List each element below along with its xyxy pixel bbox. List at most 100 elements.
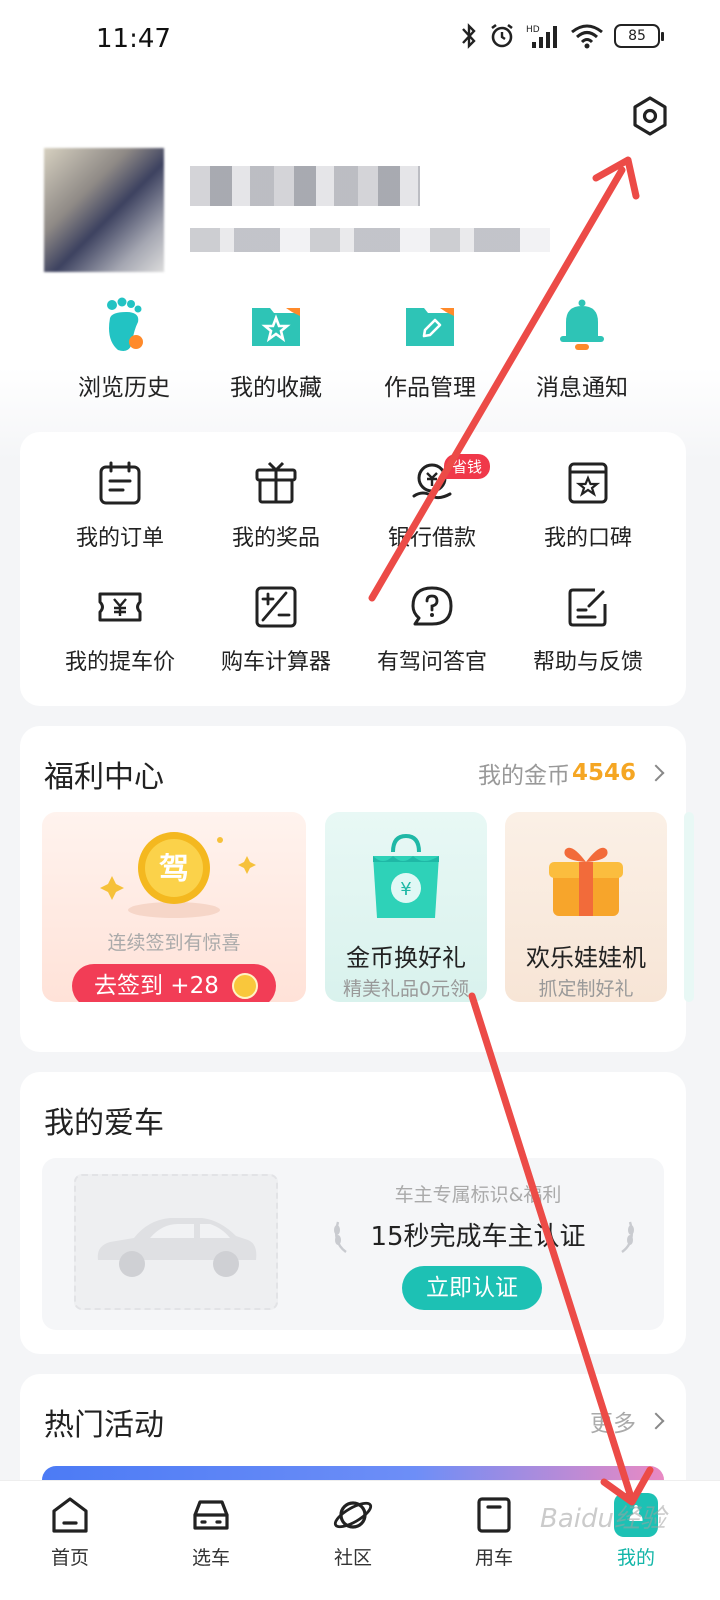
star-bookmark-icon — [568, 462, 608, 504]
gift-title: 金币换好礼 — [346, 944, 466, 972]
claw-machine-tile[interactable]: 欢乐娃娃机 抓定制好礼 — [505, 812, 667, 1002]
service-my-delivery-price[interactable]: 我的提车价 — [40, 584, 200, 676]
status-bar: 11:47 HD 85 — [0, 0, 720, 80]
coins-label: 我的金币 — [477, 763, 570, 789]
question-bubble-icon — [411, 586, 453, 626]
pen-folder-icon — [406, 308, 454, 346]
gold-coin-icon: 驾 — [100, 832, 256, 918]
car-front-icon — [193, 1500, 229, 1530]
calendar-list-icon — [99, 461, 141, 505]
quick-label: 消息通知 — [536, 375, 628, 401]
service-label: 购车计算器 — [220, 650, 331, 675]
more-label: 更多 — [590, 1411, 636, 1437]
checkin-hint: 连续签到有惊喜 — [107, 932, 241, 954]
service-label: 我的奖品 — [231, 526, 320, 551]
nav-label: 社区 — [333, 1547, 372, 1569]
edit-feedback-icon — [568, 588, 607, 627]
service-help-feedback[interactable]: 帮助与反馈 — [508, 584, 668, 676]
quick-works-management[interactable]: 作品管理 — [352, 296, 508, 402]
checkin-button[interactable]: 去签到 +28 — [72, 964, 276, 1002]
footprint-icon — [107, 297, 143, 351]
service-car-calculator[interactable]: 购车计算器 — [196, 584, 356, 676]
status-icons: HD 85 — [460, 22, 664, 50]
wifi-icon — [571, 24, 603, 49]
service-label: 银行借款 — [387, 526, 476, 551]
quick-label: 我的收藏 — [230, 375, 322, 401]
my-car-title: 我的爱车 — [44, 1106, 164, 1141]
quick-label: 浏览历史 — [78, 375, 170, 401]
hot-events-title: 热门活动 — [44, 1408, 164, 1443]
nav-label: 首页 — [50, 1547, 89, 1569]
service-my-reviews[interactable]: 我的口碑 — [508, 460, 668, 552]
checkin-button-label: 去签到 +28 — [94, 973, 219, 999]
status-time: 11:47 — [96, 24, 171, 54]
laurel-right-icon — [621, 1221, 634, 1253]
chevron-right-icon — [647, 764, 665, 782]
service-label: 我的口碑 — [543, 526, 632, 551]
car-placeholder — [74, 1174, 278, 1310]
signal-icon: HD — [526, 25, 557, 48]
home-icon — [52, 1497, 88, 1533]
box-icon — [477, 1497, 511, 1533]
service-bank-loan[interactable]: 省钱 银行借款 — [352, 454, 512, 552]
avatar[interactable] — [44, 148, 164, 272]
checkin-tile[interactable]: 驾 连续签到有惊喜 去签到 +28 — [42, 812, 306, 1002]
star-folder-icon — [252, 308, 300, 346]
planet-icon — [333, 1501, 373, 1529]
welfare-card: 福利中心 我的金币 4546 驾 连续签到有惊喜 去签到 +28 ¥ 金币换好礼 — [20, 726, 694, 1052]
gift-box-icon — [549, 847, 623, 916]
car-owner-hint: 车主专属标识&福利 — [394, 1184, 562, 1206]
bluetooth-icon — [462, 23, 476, 49]
certify-now-button[interactable]: 立即认证 — [402, 1266, 542, 1310]
quick-browse-history[interactable]: 浏览历史 — [46, 296, 202, 402]
coins-value: 4546 — [571, 760, 636, 786]
service-label: 有驾问答官 — [376, 650, 487, 675]
my-car-card: 我的爱车 车主专属标识&福利 15秒完成车主认证 立即认证 — [20, 1072, 686, 1354]
coin-glyph: 驾 — [159, 852, 189, 887]
watermark: Baidu经验 — [540, 1504, 666, 1534]
service-my-prizes[interactable]: 我的奖品 — [196, 460, 356, 552]
coin-exchange-tile[interactable]: ¥ 金币换好礼 精美礼品0元领 — [325, 812, 487, 1002]
service-label: 我的提车价 — [64, 650, 175, 675]
battery-indicator: 85 — [614, 24, 664, 48]
quick-actions: 浏览历史 我的收藏 作品管理 消息通知 — [0, 296, 720, 416]
chevron-right-icon — [647, 1412, 665, 1430]
quick-favorites[interactable]: 我的收藏 — [198, 296, 354, 402]
save-money-badge: 省钱 — [444, 454, 491, 479]
services-card: 我的订单 我的奖品 省钱 银行借款 我的口碑 我的提车价 购车计算器 有驾问答官… — [20, 432, 686, 706]
car-certification-panel[interactable]: 车主专属标识&福利 15秒完成车主认证 立即认证 — [42, 1158, 664, 1330]
service-label: 我的订单 — [75, 526, 164, 551]
svg-text:¥: ¥ — [400, 879, 411, 900]
shopping-bag-icon: ¥ — [373, 833, 439, 918]
coin-icon — [232, 973, 258, 999]
service-label: 帮助与反馈 — [532, 650, 643, 675]
nav-label: 用车 — [474, 1547, 513, 1569]
calculator-icon — [255, 586, 297, 628]
service-my-orders[interactable]: 我的订单 — [40, 460, 200, 552]
claw-subtitle: 抓定制好礼 — [538, 978, 634, 1000]
bell-icon — [560, 299, 604, 350]
car-silhouette-icon — [97, 1218, 257, 1277]
welfare-title: 福利中心 — [44, 760, 164, 795]
nav-home[interactable]: 首页 — [20, 1493, 120, 1570]
gift-box-icon — [255, 461, 297, 504]
more-link[interactable]: 更多 — [590, 1404, 665, 1438]
nav-use-car[interactable]: 用车 — [444, 1493, 544, 1570]
svg-text:HD: HD — [526, 25, 540, 35]
car-cert-headline: 15秒完成车主认证 — [370, 1222, 586, 1252]
settings-hexagon-icon[interactable] — [628, 94, 672, 138]
nav-choose-car[interactable]: 选车 — [161, 1493, 261, 1570]
service-qa-officer[interactable]: 有驾问答官 — [352, 584, 512, 676]
username[interactable] — [190, 166, 420, 206]
yen-ticket-icon — [98, 592, 142, 622]
quick-notifications[interactable]: 消息通知 — [504, 296, 660, 402]
next-tile-edge — [684, 812, 694, 1002]
my-coins-link[interactable]: 我的金币 4546 — [477, 756, 665, 790]
nav-label: 选车 — [191, 1547, 230, 1569]
alarm-icon — [491, 23, 513, 48]
quick-label: 作品管理 — [384, 375, 476, 401]
nav-label: 我的 — [616, 1547, 655, 1569]
user-info — [190, 228, 550, 252]
claw-title: 欢乐娃娃机 — [526, 944, 646, 972]
nav-community[interactable]: 社区 — [303, 1493, 403, 1570]
